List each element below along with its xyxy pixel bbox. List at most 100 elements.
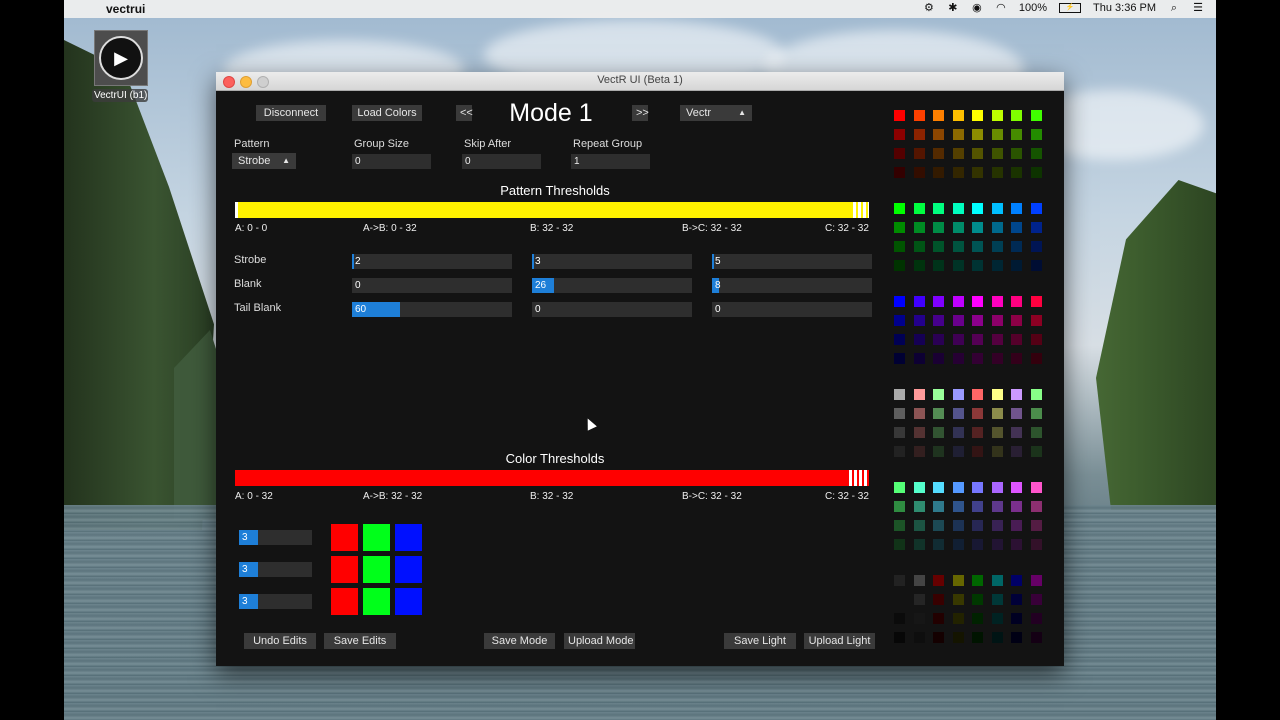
palette-color-1-2-1[interactable] (913, 241, 925, 252)
palette-color-0-2-5[interactable] (991, 148, 1003, 159)
palette-color-5-1-5[interactable] (991, 594, 1003, 605)
palette-color-0-2-2[interactable] (933, 148, 944, 159)
palette-color-1-1-4[interactable] (972, 222, 983, 233)
palette-color-2-0-7[interactable] (1030, 296, 1042, 307)
palette-color-0-2-0[interactable] (894, 148, 905, 159)
color-threshold-handle-b[interactable] (854, 470, 857, 486)
palette-color-2-0-4[interactable] (972, 296, 983, 307)
palette-color-5-1-1[interactable] (913, 594, 925, 605)
save-light-button[interactable]: Save Light (724, 633, 796, 649)
palette-color-2-3-5[interactable] (991, 353, 1003, 364)
palette-color-0-2-1[interactable] (913, 148, 925, 159)
palette-color-3-2-5[interactable] (991, 427, 1003, 438)
color-threshold-handle-c[interactable] (864, 470, 867, 486)
palette-color-5-0-6[interactable] (1011, 575, 1022, 586)
palette-color-4-1-2[interactable] (933, 501, 944, 512)
blank-slider-c[interactable]: 8 (712, 278, 872, 293)
palette-color-0-3-0[interactable] (894, 167, 905, 178)
palette-color-3-2-0[interactable] (894, 427, 905, 438)
blank-slider-b[interactable]: 26 (532, 278, 692, 293)
palette-color-3-2-7[interactable] (1030, 427, 1042, 438)
pattern-threshold-bar[interactable] (235, 202, 869, 218)
palette-color-2-3-7[interactable] (1030, 353, 1042, 364)
palette-color-3-3-3[interactable] (952, 446, 964, 457)
palette-color-0-1-6[interactable] (1011, 129, 1022, 140)
tail-blank-slider-a[interactable]: 60 (352, 302, 512, 317)
palette-color-4-0-4[interactable] (972, 482, 983, 493)
palette-color-4-2-5[interactable] (991, 520, 1003, 531)
palette-color-0-1-4[interactable] (972, 129, 983, 140)
palette-color-4-2-1[interactable] (913, 520, 925, 531)
palette-color-0-2-6[interactable] (1011, 148, 1022, 159)
palette-color-3-0-3[interactable] (952, 389, 964, 400)
palette-color-5-0-3[interactable] (952, 575, 964, 586)
palette-color-3-0-5[interactable] (991, 389, 1003, 400)
color-threshold-handle-a[interactable] (849, 470, 852, 486)
palette-color-3-1-7[interactable] (1030, 408, 1042, 419)
palette-color-2-2-2[interactable] (933, 334, 944, 345)
palette-color-2-2-6[interactable] (1011, 334, 1022, 345)
repeat-group-input[interactable]: 1 (571, 154, 650, 169)
palette-color-5-0-2[interactable] (933, 575, 944, 586)
palette-color-2-3-4[interactable] (972, 353, 983, 364)
palette-color-4-2-3[interactable] (952, 520, 964, 531)
palette-color-5-0-0[interactable] (894, 575, 905, 586)
palette-color-0-0-2[interactable] (933, 110, 944, 121)
wifi-icon[interactable]: ◠ (995, 2, 1007, 14)
palette-color-2-0-6[interactable] (1011, 296, 1022, 307)
palette-color-5-3-7[interactable] (1030, 632, 1042, 643)
palette-color-0-3-1[interactable] (913, 167, 925, 178)
palette-color-1-0-6[interactable] (1011, 203, 1022, 214)
palette-color-4-3-2[interactable] (933, 539, 944, 550)
palette-color-3-1-1[interactable] (913, 408, 925, 419)
palette-color-3-2-1[interactable] (913, 427, 925, 438)
palette-color-0-1-5[interactable] (991, 129, 1003, 140)
color-slot-1-2[interactable] (363, 524, 390, 551)
palette-color-1-3-7[interactable] (1030, 260, 1042, 271)
palette-color-2-0-1[interactable] (913, 296, 925, 307)
palette-color-0-3-2[interactable] (933, 167, 944, 178)
color-threshold-bar[interactable] (235, 470, 869, 486)
palette-color-0-3-4[interactable] (972, 167, 983, 178)
palette-color-4-0-2[interactable] (933, 482, 944, 493)
palette-color-0-0-0[interactable] (894, 110, 905, 121)
palette-color-4-0-6[interactable] (1011, 482, 1022, 493)
palette-color-2-0-3[interactable] (952, 296, 964, 307)
palette-color-2-1-4[interactable] (972, 315, 983, 326)
palette-color-5-3-3[interactable] (952, 632, 964, 643)
palette-color-5-2-3[interactable] (952, 613, 964, 624)
palette-color-4-3-0[interactable] (894, 539, 905, 550)
palette-color-4-1-6[interactable] (1011, 501, 1022, 512)
palette-color-5-2-5[interactable] (991, 613, 1003, 624)
color-threshold-handle-b-end[interactable] (859, 470, 862, 486)
palette-color-5-1-6[interactable] (1011, 594, 1022, 605)
palette-color-2-3-0[interactable] (894, 353, 905, 364)
palette-color-3-1-2[interactable] (933, 408, 944, 419)
palette-color-2-2-1[interactable] (913, 334, 925, 345)
palette-color-4-1-7[interactable] (1030, 501, 1042, 512)
palette-color-3-0-1[interactable] (913, 389, 925, 400)
palette-color-5-2-1[interactable] (913, 613, 925, 624)
strobe-slider-a[interactable]: 2 (352, 254, 512, 269)
palette-color-5-1-0[interactable] (894, 594, 905, 605)
palette-color-0-3-7[interactable] (1030, 167, 1042, 178)
palette-color-0-0-4[interactable] (972, 110, 983, 121)
palette-color-0-0-6[interactable] (1011, 110, 1022, 121)
color-count-slider-2[interactable]: 3 (239, 562, 312, 577)
palette-color-1-1-7[interactable] (1030, 222, 1042, 233)
palette-color-4-1-0[interactable] (894, 501, 905, 512)
palette-color-1-1-2[interactable] (933, 222, 944, 233)
palette-color-1-2-2[interactable] (933, 241, 944, 252)
palette-color-3-3-7[interactable] (1030, 446, 1042, 457)
palette-color-4-3-5[interactable] (991, 539, 1003, 550)
color-slot-3-3[interactable] (395, 588, 422, 615)
undo-edits-button[interactable]: Undo Edits (244, 633, 316, 649)
palette-color-3-1-4[interactable] (972, 408, 983, 419)
palette-color-3-3-4[interactable] (972, 446, 983, 457)
palette-color-2-1-7[interactable] (1030, 315, 1042, 326)
palette-color-2-1-6[interactable] (1011, 315, 1022, 326)
palette-color-5-0-4[interactable] (972, 575, 983, 586)
palette-color-1-3-1[interactable] (913, 260, 925, 271)
palette-color-0-0-5[interactable] (991, 110, 1003, 121)
palette-color-1-1-1[interactable] (913, 222, 925, 233)
